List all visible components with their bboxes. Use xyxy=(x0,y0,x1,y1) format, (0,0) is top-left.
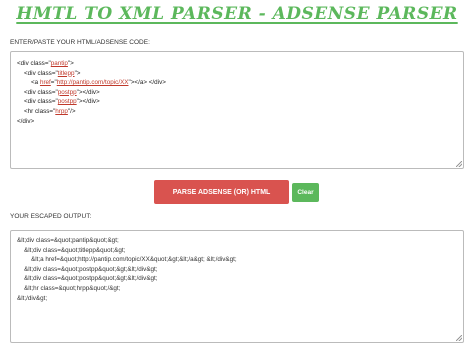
markup-text: <div class=" xyxy=(17,60,51,67)
attribute-value: postpp xyxy=(57,88,77,96)
attribute-value: titlepp xyxy=(57,69,75,77)
input-code-line: <div class="pantip"> xyxy=(17,59,457,69)
attribute-value: hrpp xyxy=(55,107,68,115)
input-code-lines: <div class="pantip"> <div class="titlepp… xyxy=(17,59,457,126)
clear-button[interactable]: Clear xyxy=(292,183,319,202)
markup-text: "></div> xyxy=(76,98,100,106)
input-code-line: <div class="postpp"></div> xyxy=(17,97,457,107)
markup-text: "></div> xyxy=(76,88,100,96)
input-code-line: </div> xyxy=(17,117,457,127)
markup-text: <a xyxy=(31,79,40,87)
input-label: ENTER/PASTE YOUR HTML/ADSENSE CODE: xyxy=(10,39,150,46)
attribute-value: href xyxy=(39,79,51,87)
html-input-textarea[interactable]: <div class="pantip"> <div class="titlepp… xyxy=(10,51,464,169)
output-code-lines: &lt;div class=&quot;pantip&quot;&gt; &lt… xyxy=(17,236,457,303)
output-code-line: &lt;div class=&quot;postpp&quot;&gt;&lt;… xyxy=(17,275,158,283)
output-code-line: &lt;div class=&quot;titlepp&quot;&gt; xyxy=(17,246,126,254)
input-code-line: <hr class="hrpp"/> xyxy=(17,107,457,117)
parse-button[interactable]: PARSE ADSENSE (OR) HTML xyxy=(154,180,289,204)
output-code-line: &lt;a href=&quot;http://pantip.com/topic… xyxy=(17,256,237,264)
markup-text: <hr class=" xyxy=(24,107,56,115)
markup-text: <div class=" xyxy=(24,69,58,77)
output-code-line: &lt;div class=&quot;postpp&quot;&gt;&lt;… xyxy=(17,265,158,273)
output-code-line: &lt;/div&gt; xyxy=(17,294,48,302)
escaped-output-textarea[interactable]: &lt;div class=&quot;pantip&quot;&gt; &lt… xyxy=(10,230,464,343)
resize-handle-icon[interactable] xyxy=(456,161,462,167)
resize-handle-icon[interactable] xyxy=(456,335,462,341)
input-code-line: <a href="http://pantip.com/topic/XX"></a… xyxy=(17,78,457,88)
output-label: YOUR ESCAPED OUTPUT: xyxy=(10,213,92,220)
input-code-line: <div class="postpp"></div> xyxy=(17,88,457,98)
attribute-value: http://pantip.com/topic/XX xyxy=(56,79,129,87)
page-title: HMTL TO XML PARSER - ADSENSE PARSER xyxy=(16,4,458,24)
input-code-line: <div class="titlepp"> xyxy=(17,69,457,79)
attribute-value: postpp xyxy=(57,98,77,106)
markup-text: <div class=" xyxy=(24,98,58,106)
markup-text: "/> xyxy=(67,107,76,115)
output-code-line: &lt;hr class=&quot;hrpp&quot;/&gt; xyxy=(17,284,121,292)
markup-text: "> xyxy=(74,69,81,77)
markup-text: "></a> </div> xyxy=(128,79,166,87)
output-code-line: &lt;div class=&quot;pantip&quot;&gt; xyxy=(17,237,119,244)
markup-text: </div> xyxy=(17,117,35,125)
markup-text: <div class=" xyxy=(24,88,58,96)
markup-text: "> xyxy=(67,60,74,67)
attribute-value: pantip xyxy=(50,60,68,67)
